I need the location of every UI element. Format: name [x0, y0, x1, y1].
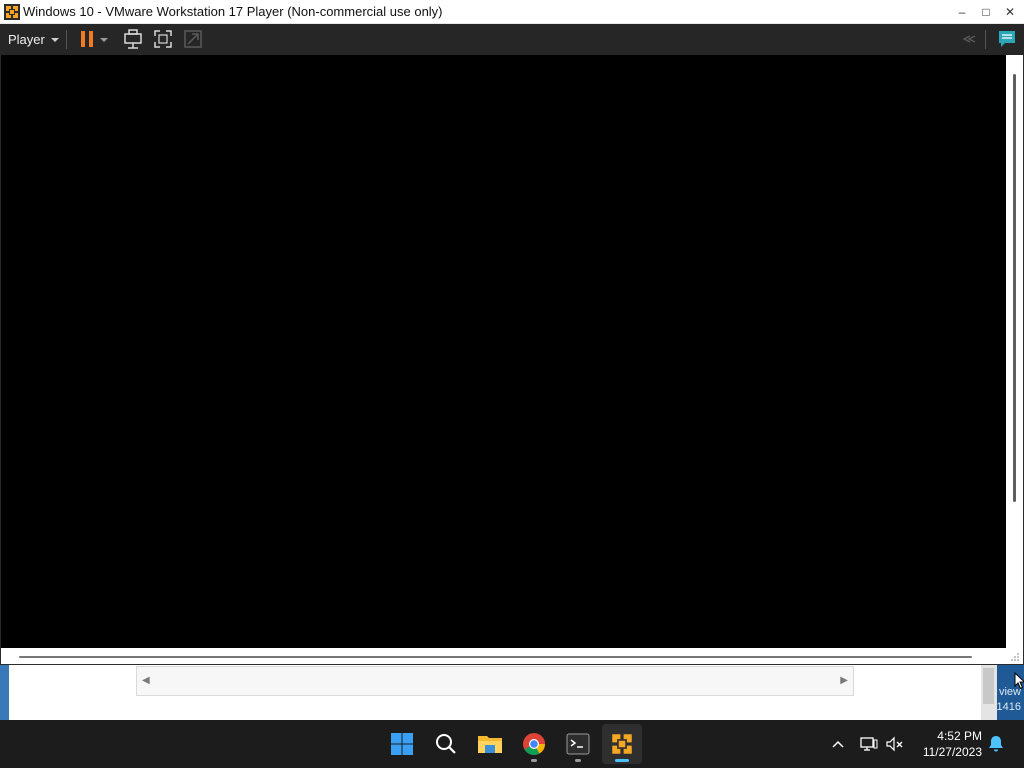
player-menu-label: Player [8, 32, 45, 47]
background-horizontal-scrollbar[interactable]: ◀ ▶ [136, 666, 854, 696]
running-indicator [531, 759, 537, 762]
unity-icon [184, 30, 202, 48]
vmware-app-icon [4, 4, 20, 20]
power-options-dropdown-icon[interactable] [97, 28, 111, 50]
scroll-left-arrow-icon[interactable]: ◀ [142, 675, 150, 686]
terminal-icon [566, 733, 590, 755]
vmware-taskbar-button[interactable] [602, 724, 642, 764]
pause-icon[interactable] [76, 28, 98, 50]
window-title: Windows 10 - VMware Workstation 17 Playe… [23, 4, 443, 19]
search-button[interactable] [426, 724, 466, 764]
close-button[interactable]: ✕ [998, 0, 1022, 24]
background-vertical-scroll-thumb[interactable] [983, 668, 994, 704]
send-ctrl-alt-del-icon[interactable] [122, 28, 144, 50]
clock-time: 4:52 PM [937, 729, 982, 743]
scroll-right-arrow-icon[interactable]: ▶ [840, 675, 848, 686]
notifications-button[interactable] [986, 734, 1006, 754]
mouse-cursor-icon [1014, 672, 1024, 690]
terminal-button[interactable] [558, 724, 598, 764]
chrome-icon [523, 733, 545, 755]
windows-start-icon [391, 733, 413, 755]
title-bar[interactable]: Windows 10 - VMware Workstation 17 Playe… [0, 0, 1024, 24]
start-button[interactable] [382, 724, 422, 764]
resize-grip-icon[interactable] [1010, 652, 1020, 662]
file-explorer-button[interactable] [470, 724, 510, 764]
clock-date: 11/27/2023 [922, 745, 982, 759]
vm-vertical-scroll-thumb[interactable] [1013, 74, 1016, 502]
vmware-icon [612, 734, 632, 754]
running-indicator [575, 759, 581, 762]
active-indicator [615, 759, 629, 762]
virtual-machine-display[interactable] [1, 55, 1006, 648]
collapse-toolbar-icon[interactable] [956, 28, 978, 50]
toolbar-separator [985, 30, 986, 49]
file-explorer-icon [478, 736, 502, 753]
player-menu-button[interactable]: Player [2, 27, 65, 52]
vm-horizontal-scroll-thumb[interactable] [19, 656, 972, 658]
taskbar-clock[interactable]: 4:52 PM 11/27/2023 [923, 728, 982, 760]
volume-muted-icon [886, 736, 903, 752]
network-icon [860, 737, 878, 751]
chrome-button[interactable] [514, 724, 554, 764]
side-panel-text-line-2: 1416 [997, 701, 1021, 713]
maximize-button[interactable]: □ [974, 0, 998, 24]
show-hidden-icons-button[interactable] [828, 734, 848, 754]
background-window-edge [0, 664, 9, 720]
message-log-icon[interactable] [996, 28, 1018, 50]
minimize-button[interactable]: – [950, 0, 974, 24]
search-icon [436, 734, 456, 754]
toolbar-separator [66, 30, 67, 49]
network-tray-button[interactable] [859, 734, 879, 754]
chevron-up-icon [832, 740, 844, 748]
volume-tray-button[interactable] [885, 734, 905, 754]
vmware-toolbar: Player [0, 24, 1024, 55]
chevron-down-icon [50, 37, 59, 42]
taskbar: 4:52 PM 11/27/2023 [0, 720, 1024, 768]
notification-bell-icon [989, 736, 1003, 752]
fullscreen-icon[interactable] [152, 28, 174, 50]
